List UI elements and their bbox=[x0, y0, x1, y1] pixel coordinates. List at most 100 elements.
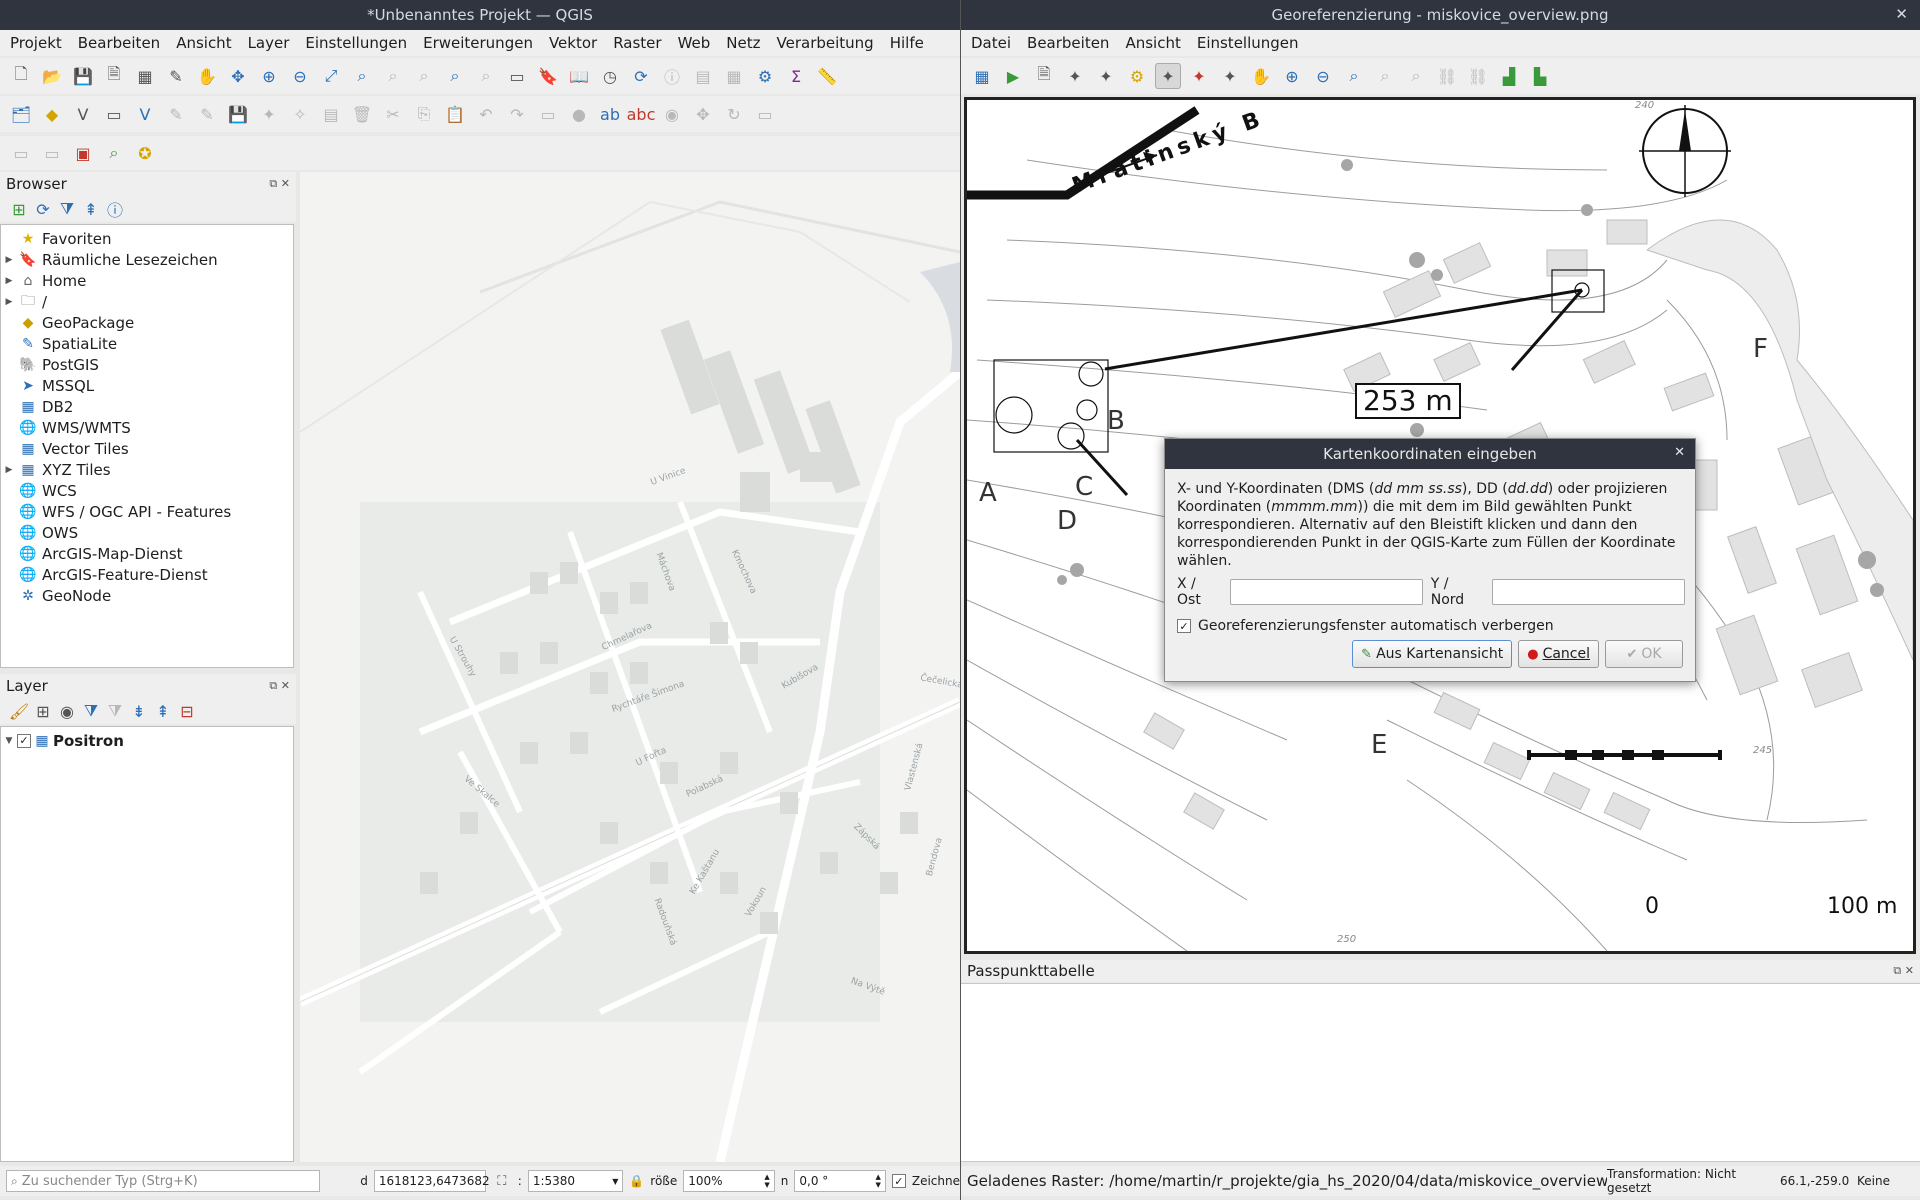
delete-selected-icon[interactable]: 🗑 bbox=[349, 101, 375, 127]
full-histogram-stretch-icon[interactable]: ▙ bbox=[1527, 63, 1553, 89]
expand-arrow-icon[interactable]: ▶ bbox=[1, 276, 17, 286]
locator-search-input[interactable]: ⌕ Zu suchender Typ (Strg+K) bbox=[6, 1170, 321, 1192]
browser-item[interactable]: 🌐 WMS/WMTS bbox=[1, 417, 293, 438]
auto-hide-checkbox[interactable]: ✓ bbox=[1177, 619, 1191, 633]
browser-item[interactable]: 🌐 OWS bbox=[1, 522, 293, 543]
menu-hilfe[interactable]: Hilfe bbox=[880, 34, 930, 52]
zoom-layer-icon[interactable]: ⌕ bbox=[380, 63, 406, 89]
paste-features-icon[interactable]: 📋 bbox=[442, 101, 468, 127]
close-panel-icon[interactable]: ✕ bbox=[281, 679, 290, 692]
properties-icon[interactable]: ⓘ bbox=[104, 196, 126, 222]
new-shapefile-layer-icon[interactable]: V bbox=[70, 101, 96, 127]
expand-all-icon[interactable]: ⇟ bbox=[128, 698, 150, 724]
pan-map-icon[interactable]: ✋ bbox=[194, 63, 220, 89]
close-window-icon[interactable]: ✕ bbox=[1895, 5, 1908, 23]
zoom-last-icon[interactable]: ⌕ bbox=[442, 63, 468, 89]
browser-item[interactable]: ✎ SpatiaLite bbox=[1, 333, 293, 354]
move-gcp-point-icon[interactable]: ✦ bbox=[1217, 63, 1243, 89]
zoom-next-icon[interactable]: ⌕ bbox=[1403, 63, 1429, 89]
menu-netz[interactable]: Netz bbox=[716, 34, 766, 52]
browser-item[interactable]: 🐘 PostGIS bbox=[1, 354, 293, 375]
identify-icon[interactable]: ⓘ bbox=[659, 63, 685, 89]
filter-legend-icon[interactable]: ⧩ bbox=[80, 698, 102, 724]
show-bookmarks-icon[interactable]: 📖 bbox=[566, 63, 592, 89]
lock-scale-icon[interactable]: 🔒 bbox=[629, 1174, 644, 1188]
georef-menu-bearbeiten[interactable]: Bearbeiten bbox=[1017, 34, 1115, 52]
copy-features-icon[interactable]: ⎘ bbox=[411, 101, 437, 127]
browser-item[interactable]: ◆ GeoPackage bbox=[1, 312, 293, 333]
zoom-last-icon[interactable]: ⌕ bbox=[1372, 63, 1398, 89]
y-north-input[interactable] bbox=[1492, 579, 1686, 605]
layer-item-positron[interactable]: ▼ ✓ ▦ Positron bbox=[1, 730, 293, 751]
zoom-native-icon[interactable]: ⌕ bbox=[411, 63, 437, 89]
field-calculator-icon[interactable]: ▦ bbox=[721, 63, 747, 89]
menu-web[interactable]: Web bbox=[668, 34, 717, 52]
zoom-out-icon[interactable]: ⊖ bbox=[287, 63, 313, 89]
browser-item[interactable]: 🌐 WFS / OGC API - Features bbox=[1, 501, 293, 522]
add-feature-icon[interactable]: ✦ bbox=[256, 101, 282, 127]
add-selected-layers-icon[interactable]: ⊞ bbox=[8, 196, 30, 222]
close-panel-icon[interactable]: ✕ bbox=[281, 177, 290, 190]
select-by-value-icon[interactable]: ▭ bbox=[39, 140, 65, 166]
measure-icon[interactable]: 📏 bbox=[814, 63, 840, 89]
dialog-close-icon[interactable]: ✕ bbox=[1674, 445, 1685, 460]
load-gcp-points-icon[interactable]: ✦ bbox=[1062, 63, 1088, 89]
close-panel-icon[interactable]: ✕ bbox=[1905, 964, 1914, 977]
toggle-extents-icon[interactable]: ⛶ bbox=[492, 1168, 512, 1194]
start-georeferencing-icon[interactable]: ▶ bbox=[1000, 63, 1026, 89]
open-project-icon[interactable]: 📂 bbox=[39, 63, 65, 89]
float-panel-icon[interactable]: ⧉ bbox=[1893, 964, 1901, 977]
menu-raster[interactable]: Raster bbox=[603, 34, 667, 52]
layer-style-icon[interactable]: 🖌 bbox=[8, 698, 30, 724]
expand-arrow-icon[interactable]: ▶ bbox=[1, 255, 17, 265]
new-temporary-layer-icon[interactable]: ▭ bbox=[101, 101, 127, 127]
main-map-canvas[interactable]: U Vinice Máchova Kmochova Chmelařova U S… bbox=[300, 172, 960, 1162]
deselect-all-icon[interactable]: ▣ bbox=[70, 140, 96, 166]
rotation-spinbox[interactable]: 0,0 ° ▲ ▼ bbox=[794, 1170, 886, 1192]
label-pin-icon[interactable]: ● bbox=[566, 101, 592, 127]
label-show-hide-icon[interactable]: ◉ bbox=[659, 101, 685, 127]
browser-item[interactable]: ➤ MSSQL bbox=[1, 375, 293, 396]
magnifier-spinbox[interactable]: 100% ▲ ▼ bbox=[683, 1170, 775, 1192]
menu-vektor[interactable]: Vektor bbox=[539, 34, 603, 52]
browser-item[interactable]: ▶ ▦ XYZ Tiles bbox=[1, 459, 293, 480]
manage-themes-icon[interactable]: ◉ bbox=[56, 698, 78, 724]
filter-browser-icon[interactable]: ⧩ bbox=[56, 196, 78, 222]
label-change-icon[interactable]: ▭ bbox=[752, 101, 778, 127]
expand-arrow-icon[interactable]: ▶ bbox=[1, 297, 17, 307]
new-map-view-icon[interactable]: ▭ bbox=[504, 63, 530, 89]
zoom-in-icon[interactable]: ⊕ bbox=[256, 63, 282, 89]
zoom-full-icon[interactable]: ⤢ bbox=[318, 63, 344, 89]
x-east-input[interactable] bbox=[1229, 579, 1423, 605]
refresh-browser-icon[interactable]: ⟳ bbox=[32, 196, 54, 222]
menu-erweiterungen[interactable]: Erweiterungen bbox=[413, 34, 539, 52]
browser-item[interactable]: ▦ Vector Tiles bbox=[1, 438, 293, 459]
menu-verarbeitung[interactable]: Verarbeitung bbox=[767, 34, 880, 52]
save-gcp-points-icon[interactable]: ✦ bbox=[1093, 63, 1119, 89]
label-highlight-icon[interactable]: abc bbox=[627, 101, 656, 127]
new-geopackage-layer-icon[interactable]: ◆ bbox=[39, 101, 65, 127]
new-project-icon[interactable]: 🗋 bbox=[8, 63, 34, 89]
collapse-all-icon[interactable]: ⇞ bbox=[80, 196, 102, 222]
label-move-icon[interactable]: ✥ bbox=[690, 101, 716, 127]
layout-manager-icon[interactable]: ▦ bbox=[132, 63, 158, 89]
pan-icon[interactable]: ✋ bbox=[1248, 63, 1274, 89]
menu-projekt[interactable]: Projekt bbox=[0, 34, 68, 52]
browser-item[interactable]: ▶ ⌂ Home bbox=[1, 270, 293, 291]
data-source-manager-icon[interactable]: 🗂 bbox=[8, 101, 34, 127]
transformation-settings-icon[interactable]: ⚙ bbox=[1124, 63, 1150, 89]
select-features-icon[interactable]: ▭ bbox=[8, 140, 34, 166]
delete-point-icon[interactable]: ✦ bbox=[1186, 63, 1212, 89]
zoom-next-icon[interactable]: ⌕ bbox=[473, 63, 499, 89]
attribute-table-icon[interactable]: ▤ bbox=[690, 63, 716, 89]
new-bookmark-icon[interactable]: 🔖 bbox=[535, 63, 561, 89]
refresh-icon[interactable]: ⟳ bbox=[628, 63, 654, 89]
coordinate-field[interactable]: 1618123,6473682 bbox=[373, 1170, 490, 1192]
browser-item[interactable]: 🌐 ArcGIS-Map-Dienst bbox=[1, 543, 293, 564]
open-raster-icon[interactable]: ▦ bbox=[969, 63, 995, 89]
render-checkbox[interactable]: ✓ bbox=[891, 1174, 906, 1188]
add-point-icon[interactable]: ✦ bbox=[1155, 63, 1181, 89]
cut-features-icon[interactable]: ✂ bbox=[380, 101, 406, 127]
browser-item[interactable]: ✲ GeoNode bbox=[1, 585, 293, 606]
collapse-all-layers-icon[interactable]: ⇞ bbox=[152, 698, 174, 724]
